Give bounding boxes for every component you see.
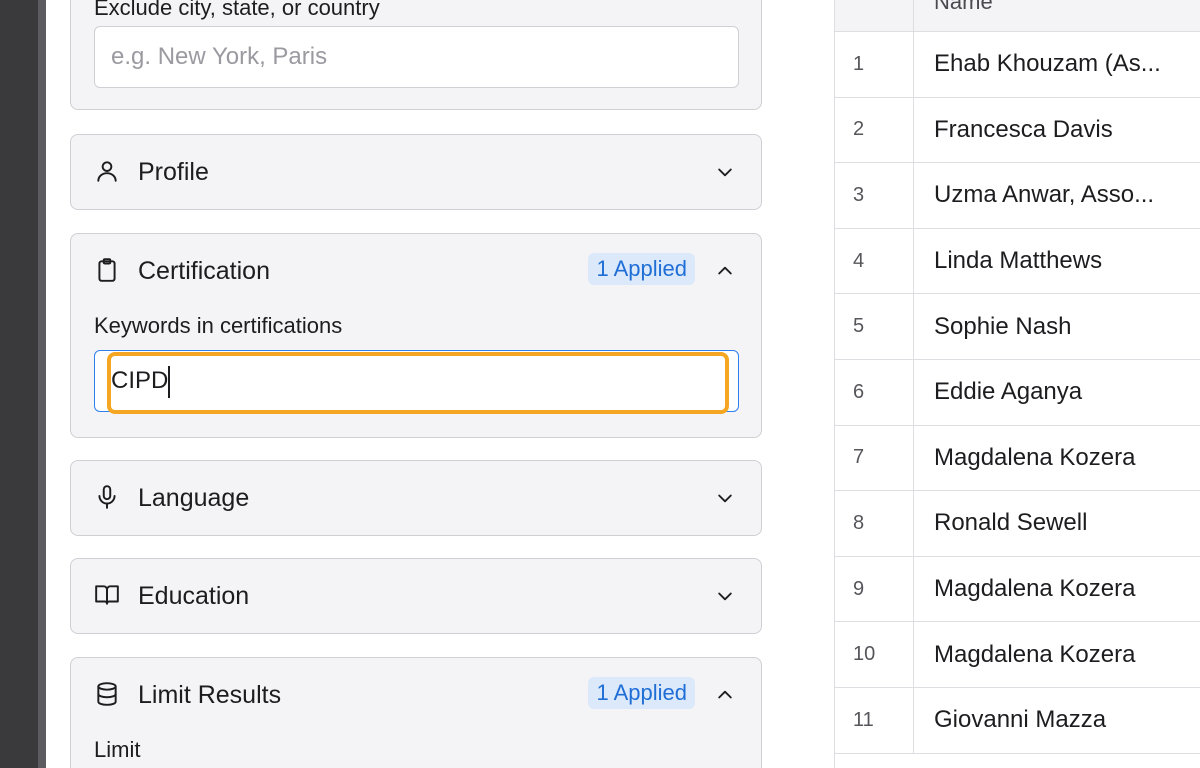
table-row[interactable]: 5 Sophie Nash [835,294,1200,360]
chevron-up-icon[interactable] [713,683,737,707]
table-row[interactable]: 3 Uzma Anwar, Asso... [835,163,1200,229]
row-name: Ehab Khouzam (As... [934,50,1161,78]
row-name: Linda Matthews [934,247,1103,275]
limit-results-section: Limit Results 1 Applied Limit [70,657,762,768]
limit-label: Limit [94,737,141,762]
applied-badge: 1 Applied [588,253,695,285]
row-number: 7 [835,425,914,491]
language-title: Language [138,484,250,512]
cert-keywords-input[interactable] [95,351,738,411]
row-number: 9 [835,556,914,622]
chevron-down-icon[interactable] [713,584,737,608]
row-number: 11 [835,688,914,753]
book-icon [93,581,121,609]
limit-results-title: Limit Results [138,681,282,709]
education-title: Education [138,582,250,610]
row-number: 1 [835,32,914,97]
language-section[interactable]: Language [70,460,762,536]
row-name: Eddie Aganya [934,378,1083,406]
row-number: 4 [835,228,914,294]
exclude-location-label: Exclude city, state, or country [94,0,380,20]
row-number: 10 [835,622,914,687]
row-name: Giovanni Mazza [934,706,1107,734]
row-number-header [835,0,914,32]
education-header[interactable]: Education [71,559,761,633]
certification-section: Certification 1 Applied Keywords in cert… [70,233,762,438]
panel-gap [786,0,834,768]
certification-header[interactable]: Certification 1 Applied [71,234,761,308]
location-card: Exclude city, state, or country [70,0,762,110]
row-name: Sophie Nash [934,312,1072,340]
row-number: 5 [835,294,914,359]
window-edge [0,0,38,768]
certification-title: Certification [138,257,270,285]
filter-panel: Exclude city, state, or country Profile [46,0,786,768]
row-name: Magdalena Kozera [934,640,1136,668]
database-icon [93,680,121,708]
table-header: Name [835,0,1200,32]
row-number: 8 [835,491,914,556]
table-row[interactable]: 4 Linda Matthews [835,228,1200,295]
row-name: Ronald Sewell [934,509,1088,537]
language-header[interactable]: Language [71,461,761,535]
name-column-header[interactable]: Name [934,0,993,18]
profile-header[interactable]: Profile [71,135,761,209]
chevron-down-icon[interactable] [713,160,737,184]
person-icon [93,157,121,185]
applied-badge: 1 Applied [588,677,695,709]
text-cursor [168,366,170,398]
cert-keywords-label: Keywords in certifications [94,313,343,338]
table-row[interactable]: 10 Magdalena Kozera [835,622,1200,688]
window-edge-inner [38,0,46,768]
education-section[interactable]: Education [70,558,762,634]
profile-title: Profile [138,158,209,186]
table-row[interactable]: 8 Ronald Sewell [835,491,1200,557]
results-table: Name 1 Ehab Khouzam (As... 2 Francesca D… [834,0,1200,768]
table-row[interactable]: 9 Magdalena Kozera [835,556,1200,623]
profile-section[interactable]: Profile [70,134,762,210]
table-row[interactable]: 6 Eddie Aganya [835,360,1200,426]
clipboard-icon [93,256,121,284]
row-name: Magdalena Kozera [934,575,1136,603]
chevron-down-icon[interactable] [713,486,737,510]
chevron-up-icon[interactable] [713,259,737,283]
row-number: 2 [835,97,914,163]
table-row[interactable]: 1 Ehab Khouzam (As... [835,32,1200,98]
microphone-icon [93,483,121,511]
cert-keywords-field [94,350,739,414]
limit-results-header[interactable]: Limit Results 1 Applied [71,658,761,732]
row-name: Uzma Anwar, Asso... [934,181,1155,209]
exclude-location-input[interactable] [94,26,739,88]
row-name: Magdalena Kozera [934,443,1136,471]
table-row[interactable]: 2 Francesca Davis [835,97,1200,164]
table-row[interactable]: 7 Magdalena Kozera [835,425,1200,492]
row-number: 3 [835,163,914,228]
table-row[interactable]: 11 Giovanni Mazza [835,688,1200,754]
row-number: 6 [835,360,914,425]
row-name: Francesca Davis [934,115,1113,143]
